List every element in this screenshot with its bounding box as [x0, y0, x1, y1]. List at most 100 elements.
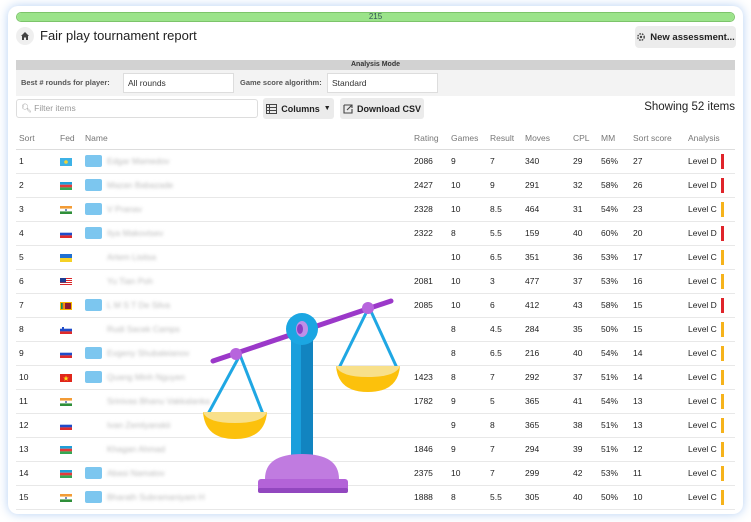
analysis-cell[interactable]: Level C: [685, 437, 735, 462]
table-row[interactable]: 1 Edgar Mamedov 2086 9 7 340 29 56% 27 Level D: [16, 149, 735, 174]
player-name[interactable]: Mazan Babazade: [107, 180, 173, 190]
analysis-level: Level C: [688, 444, 717, 454]
table-row[interactable]: 6 Yu Tian Poh 2081 10 3 477 37 53% 16 Level C: [16, 269, 735, 294]
analysis-cell[interactable]: Level D: [685, 221, 735, 246]
rating-cell: 1782: [411, 389, 448, 414]
analysis-cell[interactable]: Level C: [685, 461, 735, 486]
fed-cell: [57, 197, 82, 222]
column-header[interactable]: Analysis: [685, 127, 735, 150]
columns-button[interactable]: Columns ▼: [263, 98, 334, 119]
player-name[interactable]: L M S T De Silva: [107, 300, 170, 310]
progress-bar: 215: [16, 12, 735, 22]
sort-cell: 6: [16, 269, 57, 294]
column-header[interactable]: MM: [598, 127, 630, 150]
table-row[interactable]: 3 V Pranav 2328 10 8.5 464 31 54% 23 Level C: [16, 197, 735, 222]
player-photo-icon: [85, 179, 102, 191]
analysis-cell[interactable]: Level D: [685, 293, 735, 318]
player-name[interactable]: V Pranav: [107, 204, 142, 214]
filter-input[interactable]: 🔍︎ Filter items: [16, 99, 258, 118]
moves-cell: 291: [522, 173, 570, 198]
table-row[interactable]: 4 Ilya Makovtsev 2322 8 5.5 159 40 60% 20 Level D: [16, 221, 735, 246]
column-header[interactable]: Result: [487, 127, 522, 150]
name-cell[interactable]: Yu Tian Poh: [82, 269, 411, 294]
moves-cell: 412: [522, 293, 570, 318]
rating-cell: 2427: [411, 173, 448, 198]
analysis-cell[interactable]: Level C: [685, 317, 735, 342]
analysis-cell[interactable]: Level C: [685, 245, 735, 270]
column-header[interactable]: Rating: [411, 127, 448, 150]
name-cell[interactable]: V Pranav: [82, 197, 411, 222]
sort-score-cell: 12: [630, 437, 685, 462]
fed-cell: [57, 173, 82, 198]
analysis-level: Level C: [688, 252, 717, 262]
player-photo-icon: [85, 203, 102, 215]
analysis-cell[interactable]: Level C: [685, 269, 735, 294]
player-name[interactable]: Rudi Sacek Camps: [107, 324, 180, 334]
analysis-cell[interactable]: Level C: [685, 365, 735, 390]
analysis-cell[interactable]: Level C: [685, 485, 735, 510]
column-header[interactable]: Name: [82, 127, 411, 150]
analysis-cell[interactable]: Level C: [685, 341, 735, 366]
rating-cell: [411, 245, 448, 270]
flag-kz-icon: [60, 157, 72, 166]
player-name[interactable]: Ivan Zemlyanskii: [107, 420, 170, 430]
fed-cell: [57, 485, 82, 510]
rounds-select[interactable]: All rounds: [123, 73, 234, 93]
player-name[interactable]: Artem Lisitsa: [107, 252, 156, 262]
moves-cell: 294: [522, 437, 570, 462]
new-assessment-button[interactable]: New assessment...: [635, 26, 736, 48]
column-header[interactable]: Sort: [16, 127, 57, 150]
player-name[interactable]: Ilya Makovtsev: [107, 228, 163, 238]
cpl-cell: 36: [570, 245, 598, 270]
result-cell: 7: [487, 149, 522, 174]
name-cell[interactable]: Artem Lisitsa: [82, 245, 411, 270]
rating-cell: 2322: [411, 221, 448, 246]
table-row[interactable]: 5 Artem Lisitsa 10 6.5 351 36 53% 17 Level C: [16, 245, 735, 270]
table-row[interactable]: 2 Mazan Babazade 2427 10 9 291 32 58% 26 Level D: [16, 173, 735, 198]
analysis-level: Level D: [688, 300, 717, 310]
analysis-cell[interactable]: Level D: [685, 149, 735, 174]
column-header[interactable]: Games: [448, 127, 487, 150]
moves-cell: 299: [522, 461, 570, 486]
result-cell: 6.5: [487, 341, 522, 366]
column-header[interactable]: Sort score: [630, 127, 685, 150]
column-header[interactable]: Fed: [57, 127, 82, 150]
flag-ru-icon: [60, 421, 72, 430]
player-name[interactable]: Abasi Namatov: [107, 468, 165, 478]
analysis-cell[interactable]: Level D: [685, 173, 735, 198]
player-name[interactable]: Bharath Subramaniyam H: [107, 492, 205, 502]
name-cell[interactable]: Ilya Makovtsev: [82, 221, 411, 246]
flag-in-icon: [60, 205, 72, 214]
player-name[interactable]: Yu Tian Poh: [107, 276, 153, 286]
home-button[interactable]: [16, 27, 34, 45]
rating-cell: 2375: [411, 461, 448, 486]
fed-cell: [57, 221, 82, 246]
cpl-cell: 35: [570, 317, 598, 342]
download-csv-button[interactable]: Download CSV: [340, 98, 424, 119]
name-cell[interactable]: Mazan Babazade: [82, 173, 411, 198]
analysis-cell[interactable]: Level C: [685, 413, 735, 438]
moves-cell: 284: [522, 317, 570, 342]
player-name[interactable]: Srinivas Bhanu Vakkalanka: [107, 396, 210, 406]
games-cell: 8: [448, 485, 487, 510]
report-window: 215 Fair play tournament report New asse…: [8, 6, 743, 514]
player-name[interactable]: Khagan Ahmad: [107, 444, 165, 454]
analysis-cell[interactable]: Level C: [685, 197, 735, 222]
result-cell: 7: [487, 437, 522, 462]
result-cell: 7: [487, 461, 522, 486]
analysis-cell[interactable]: Level C: [685, 389, 735, 414]
column-header[interactable]: CPL: [570, 127, 598, 150]
cpl-cell: 40: [570, 485, 598, 510]
sort-cell: 9: [16, 341, 57, 366]
result-cell: 7: [487, 365, 522, 390]
flag-lk-icon: [60, 301, 72, 310]
player-name[interactable]: Edgar Mamedov: [107, 156, 169, 166]
algorithm-select[interactable]: Standard: [327, 73, 438, 93]
player-name[interactable]: Evgeny Shubaleianov: [107, 348, 189, 358]
mm-cell: 53%: [598, 245, 630, 270]
flag-az-icon: [60, 181, 72, 190]
column-header[interactable]: Moves: [522, 127, 570, 150]
player-name[interactable]: Quang Minh Nguyen: [107, 372, 185, 382]
sort-cell: 2: [16, 173, 57, 198]
name-cell[interactable]: Edgar Mamedov: [82, 149, 411, 174]
